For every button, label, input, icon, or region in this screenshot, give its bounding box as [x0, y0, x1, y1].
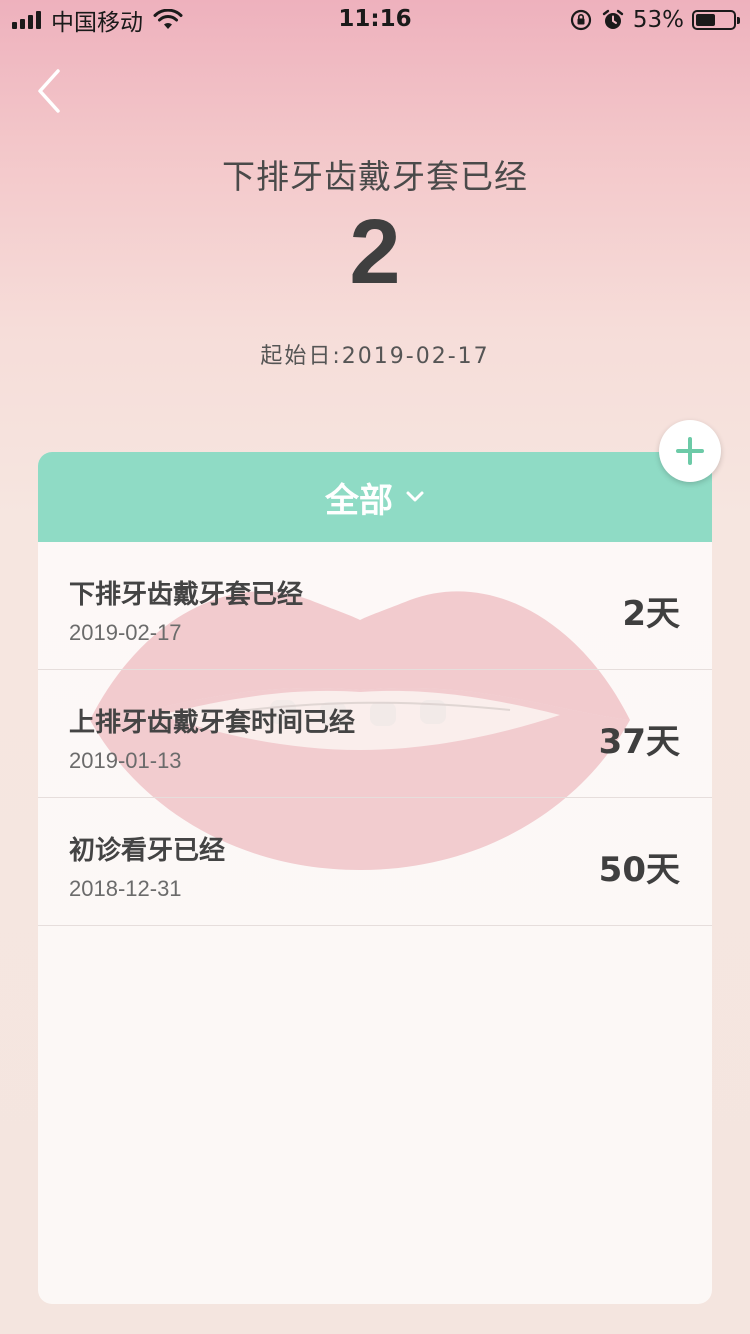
item-date: 2018-12-31: [69, 876, 182, 901]
item-date: 2019-01-13: [69, 748, 182, 773]
item-days: 2天: [622, 594, 680, 634]
orientation-lock-icon: [570, 9, 591, 31]
battery-percent: 53%: [632, 7, 684, 33]
filter-dropdown[interactable]: 全部: [38, 452, 712, 542]
status-right: 53%: [569, 6, 740, 34]
item-days: 50天: [598, 850, 680, 890]
battery-icon: [692, 10, 740, 30]
list-item[interactable]: 上排牙齿戴牙套时间已经 2019-01-13 37天: [38, 670, 712, 798]
battery-level: [696, 14, 716, 26]
item-title: 下排牙齿戴牙套已经: [69, 580, 304, 610]
start-date: 起始日:2019-02-17: [260, 344, 490, 369]
plus-icon: [676, 437, 704, 465]
list-item[interactable]: 下排牙齿戴牙套已经 2019-02-17 2天: [38, 542, 712, 670]
events-card: 全部 下排牙齿戴牙套已经 2019-02-17 2天 上排牙齿戴牙套时间已经 2…: [38, 452, 712, 1304]
filter-label: 全部: [325, 480, 393, 521]
alarm-icon: [602, 9, 624, 29]
item-days: 37天: [598, 722, 680, 762]
status-bar: 中国移动 11:16 53%: [0, 0, 750, 40]
item-date: 2019-02-17: [69, 620, 182, 645]
add-button[interactable]: [659, 420, 721, 482]
back-button[interactable]: [30, 66, 74, 116]
list-item[interactable]: 初诊看牙已经 2018-12-31 50天: [38, 798, 712, 926]
events-list: 下排牙齿戴牙套已经 2019-02-17 2天 上排牙齿戴牙套时间已经 2019…: [38, 542, 712, 926]
item-title: 上排牙齿戴牙套时间已经: [69, 708, 356, 738]
day-count: 2: [349, 201, 401, 303]
chevron-down-icon: [406, 491, 424, 502]
page-title: 下排牙齿戴牙套已经: [222, 157, 528, 196]
item-title: 初诊看牙已经: [69, 836, 226, 866]
